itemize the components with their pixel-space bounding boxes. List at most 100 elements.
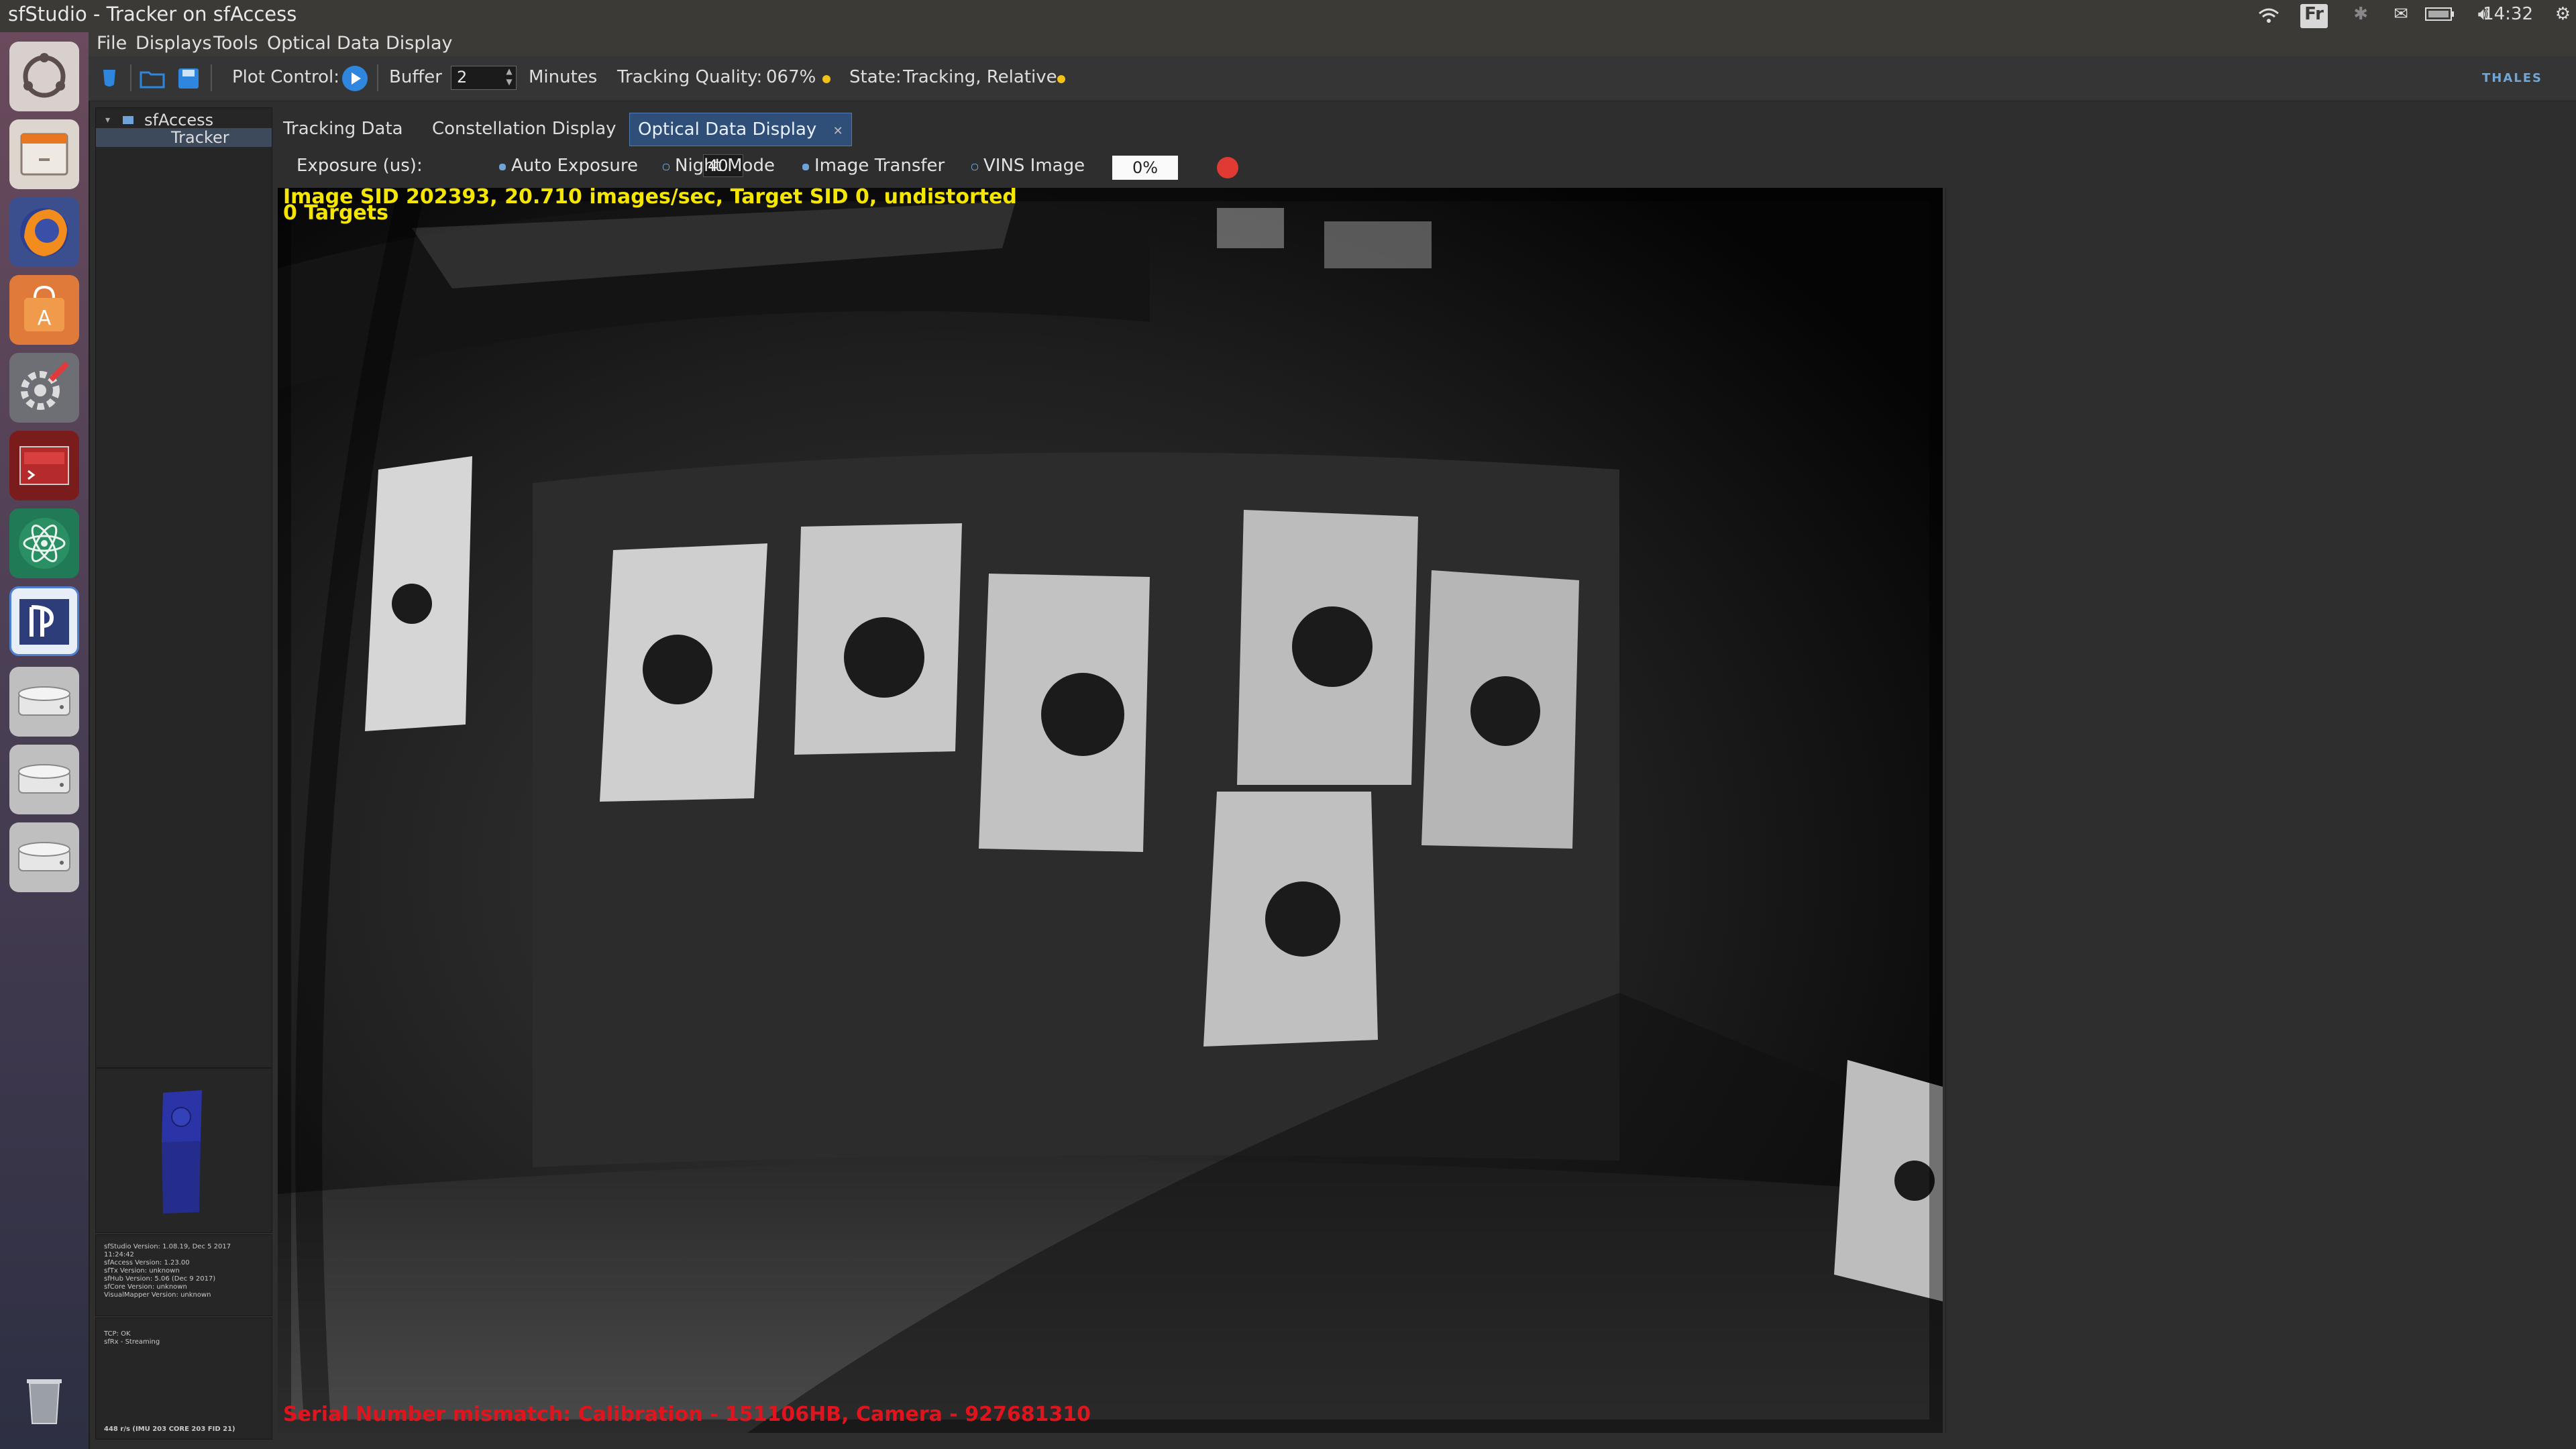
bluetooth-icon[interactable]: ✱ — [2353, 4, 2368, 28]
menu-tools[interactable]: Tools — [213, 32, 258, 55]
target-board — [1237, 510, 1418, 785]
keyboard-layout-indicator[interactable]: Fr — [2300, 4, 2328, 28]
device-tree: ▾ sfAccess Tracker — [95, 107, 272, 1068]
window-title: sfStudio - Tracker on sfAccess — [8, 3, 297, 25]
state-label: State: — [849, 67, 902, 87]
version-line: sfStudio Version: 1.08.19, Dec 5 2017 — [104, 1243, 231, 1250]
target-board — [600, 543, 767, 802]
tab-label: Optical Data Display — [638, 119, 817, 140]
auto-exposure-label[interactable]: Auto Exposure — [511, 156, 638, 176]
target-count-text: 0 Targets — [283, 201, 388, 225]
optical-controls: Exposure (us): 40 Auto Exposure Night Mo… — [279, 149, 2563, 186]
tab-tracking-data[interactable]: Tracking Data — [275, 113, 411, 145]
menu-displays[interactable]: Displays — [136, 32, 212, 55]
sfstudio-app-icon[interactable] — [9, 586, 79, 656]
terminal-app-icon[interactable] — [9, 431, 79, 500]
plot-control-label: Plot Control: — [232, 67, 340, 87]
connection-status-panel: TCP: OK sfRx - Streaming 448 r/s (IMU 20… — [95, 1318, 272, 1440]
firefox-icon[interactable] — [9, 197, 79, 267]
target-board — [365, 456, 472, 731]
trash-icon[interactable] — [9, 1363, 79, 1433]
tree-item-sfaccess[interactable]: ▾ sfAccess — [96, 111, 272, 129]
tracking-quality-label: Tracking Quality: — [617, 67, 763, 87]
settings-gear-icon[interactable]: ⚙ — [2555, 4, 2571, 28]
night-mode-radio[interactable] — [663, 164, 669, 170]
mail-icon[interactable]: ✉ — [2394, 4, 2408, 28]
drive-icon[interactable] — [9, 745, 79, 814]
rate-readout: 448 r/s (IMU 203 CORE 203 FID 21) — [104, 1426, 235, 1433]
image-transfer-label[interactable]: Image Transfer — [814, 156, 945, 176]
brand-logo: THALES — [2481, 71, 2542, 85]
buffer-value[interactable]: 2 — [457, 68, 467, 87]
camera-frame — [278, 188, 1943, 1433]
status-line: sfRx - Streaming — [104, 1338, 160, 1346]
record-button[interactable] — [1217, 157, 1238, 178]
auto-exposure-radio[interactable] — [499, 164, 506, 170]
vins-image-label[interactable]: VINS Image — [983, 156, 1085, 176]
version-info-panel: sfStudio Version: 1.08.19, Dec 5 2017 11… — [95, 1234, 272, 1316]
camera-image-view[interactable]: Image SID 202393, 20.710 images/sec, Tar… — [278, 188, 1943, 1433]
clock[interactable]: 14:32 — [2483, 4, 2533, 28]
target-board — [1834, 1060, 1943, 1301]
drive-icon[interactable] — [9, 667, 79, 737]
version-line: sfAccess Version: 1.23.00 — [104, 1259, 190, 1267]
vins-image-radio[interactable] — [971, 164, 978, 170]
progress-indicator: 0% — [1112, 156, 1178, 180]
version-line: 11:24:42 — [104, 1251, 134, 1258]
image-info-text: Image SID 202393, 20.710 images/sec, Tar… — [283, 188, 1017, 209]
close-tab-icon[interactable]: ✕ — [833, 124, 843, 138]
open-folder-icon[interactable] — [138, 64, 166, 93]
tree-item-label: Tracker — [171, 128, 229, 147]
atom-editor-icon[interactable] — [9, 508, 79, 578]
tree-item-tracker[interactable]: Tracker — [96, 128, 272, 147]
tracker-3d-preview — [95, 1068, 272, 1233]
tab-label: Constellation Display — [432, 119, 616, 139]
launcher: A — [0, 32, 90, 1449]
target-board — [1203, 792, 1378, 1046]
save-icon[interactable] — [174, 64, 203, 93]
toolbar: Plot Control: Buffer 2 ▲ ▼ Minutes Track… — [89, 56, 2576, 101]
target-board — [794, 523, 962, 755]
buffer-label: Buffer — [389, 67, 442, 87]
buffer-spinbox[interactable]: 2 ▲ ▼ — [451, 66, 517, 90]
menubar: File Displays Tools Optical Data Display — [89, 32, 2576, 56]
tracking-quality-indicator — [822, 75, 830, 83]
buffer-unit: Minutes — [529, 67, 598, 87]
battery-icon[interactable] — [2424, 4, 2455, 28]
files-icon[interactable] — [9, 119, 79, 189]
toolbar-separator — [377, 64, 378, 91]
system-settings-icon[interactable] — [9, 353, 79, 423]
status-line: TCP: OK — [104, 1330, 131, 1338]
tracker-model-icon — [162, 1090, 202, 1214]
tree-item-label: sfAccess — [144, 111, 214, 129]
state-value: Tracking, Relative — [903, 67, 1057, 87]
version-line: sfTx Version: unknown — [104, 1267, 180, 1275]
version-line: sfHub Version: 5.06 (Dec 9 2017) — [104, 1275, 216, 1283]
connect-icon[interactable] — [95, 64, 123, 93]
device-icon — [123, 116, 133, 124]
menu-optical-data-display[interactable]: Optical Data Display — [267, 32, 453, 55]
target-board — [1421, 570, 1579, 849]
wifi-icon[interactable] — [2257, 4, 2281, 28]
image-transfer-radio[interactable] — [802, 164, 809, 170]
serial-mismatch-warning: Serial Number mismatch: Calibration - 15… — [283, 1403, 1091, 1426]
top-panel: sfStudio - Tracker on sfAccess Fr ✱ ✉ 🔊︎… — [0, 0, 2576, 32]
svg-text:A: A — [38, 307, 52, 330]
tab-constellation-display[interactable]: Constellation Display — [424, 113, 625, 145]
spin-up-icon[interactable]: ▲ — [504, 66, 515, 76]
play-button[interactable] — [341, 64, 369, 93]
state-indicator — [1057, 75, 1065, 83]
tracking-quality-value: 067% — [766, 67, 816, 87]
version-line: sfCore Version: unknown — [104, 1283, 187, 1291]
expand-arrow-icon[interactable]: ▾ — [105, 111, 110, 129]
right-empty-area — [1945, 188, 2563, 1433]
toolbar-separator — [130, 64, 131, 91]
night-mode-label[interactable]: Night Mode — [675, 156, 775, 176]
tab-label: Tracking Data — [283, 119, 403, 139]
spin-down-icon[interactable]: ▼ — [504, 77, 515, 87]
software-center-icon[interactable]: A — [9, 275, 79, 345]
dash-home-icon[interactable] — [9, 42, 79, 111]
tab-optical-data-display[interactable]: Optical Data Display ✕ — [629, 113, 852, 146]
drive-icon[interactable] — [9, 822, 79, 892]
menu-file[interactable]: File — [97, 32, 127, 55]
